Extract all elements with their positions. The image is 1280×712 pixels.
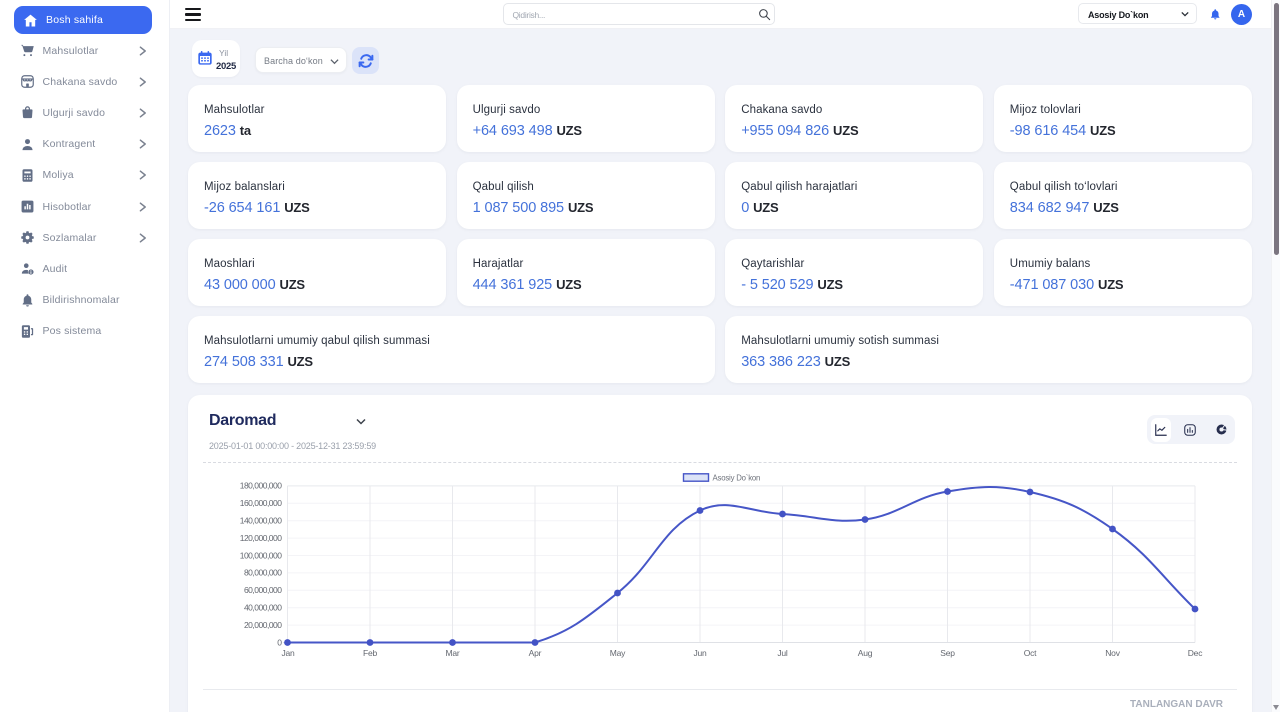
svg-text:Sep: Sep — [940, 648, 955, 658]
svg-text:Nov: Nov — [1105, 648, 1120, 658]
svg-text:Aug: Aug — [858, 648, 873, 658]
svg-text:180,000,000: 180,000,000 — [240, 481, 283, 491]
svg-text:Jun: Jun — [693, 648, 707, 658]
svg-text:Mar: Mar — [445, 648, 459, 658]
svg-text:140,000,000: 140,000,000 — [240, 516, 283, 526]
svg-text:Dec: Dec — [1188, 648, 1203, 658]
svg-text:80,000,000: 80,000,000 — [244, 568, 282, 578]
svg-text:120,000,000: 120,000,000 — [240, 533, 283, 543]
svg-text:Apr: Apr — [529, 648, 542, 658]
svg-text:Oct: Oct — [1024, 648, 1037, 658]
svg-text:100,000,000: 100,000,000 — [240, 550, 283, 560]
svg-text:Jan: Jan — [281, 648, 295, 658]
svg-text:0: 0 — [277, 637, 282, 647]
svg-text:May: May — [610, 648, 626, 658]
svg-text:Jul: Jul — [777, 648, 788, 658]
svg-text:Asosiy Do`kon: Asosiy Do`kon — [713, 474, 761, 483]
svg-text:60,000,000: 60,000,000 — [244, 585, 282, 595]
svg-text:40,000,000: 40,000,000 — [244, 603, 282, 613]
svg-text:20,000,000: 20,000,000 — [244, 620, 282, 630]
svg-text:Feb: Feb — [363, 648, 378, 658]
svg-text:160,000,000: 160,000,000 — [240, 498, 283, 508]
